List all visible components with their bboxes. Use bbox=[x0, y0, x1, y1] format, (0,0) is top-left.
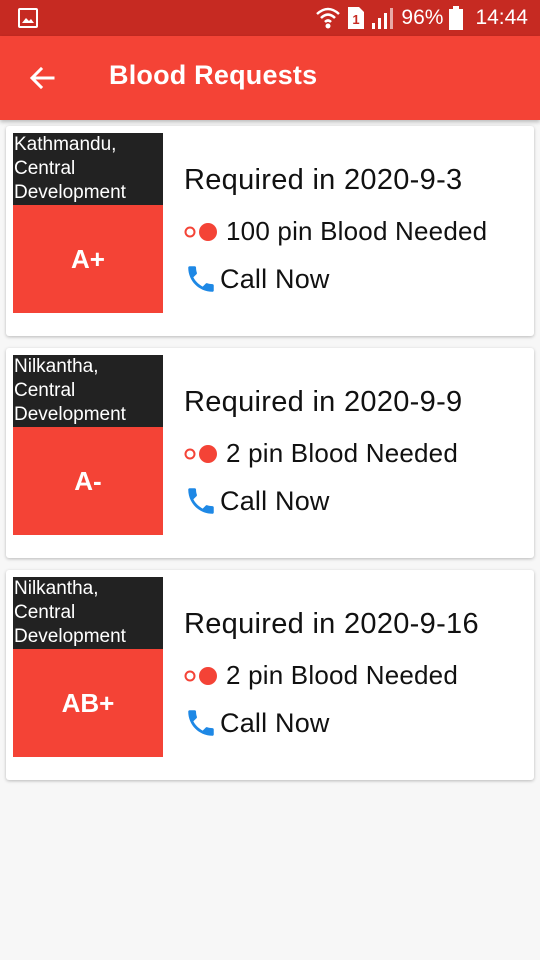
signal-icon bbox=[372, 8, 394, 29]
location-label: Nilkantha, Central Development bbox=[13, 577, 163, 649]
app-bar: Blood Requests bbox=[0, 36, 540, 120]
call-now-button[interactable]: Call Now bbox=[184, 484, 330, 518]
phone-icon bbox=[188, 710, 214, 736]
location-label: Kathmandu, Central Development bbox=[13, 133, 163, 205]
blood-request-card[interactable]: Nilkantha, Central Development AB+ Requi… bbox=[6, 570, 534, 780]
blood-needed: 2 pin Blood Needed bbox=[184, 438, 458, 469]
page-title: Blood Requests bbox=[109, 60, 318, 90]
status-bar: 1 96% 14:44 bbox=[0, 0, 540, 36]
battery-icon bbox=[449, 6, 464, 30]
location-label: Nilkantha, Central Development bbox=[13, 355, 163, 427]
wifi-icon bbox=[316, 7, 341, 29]
call-now-button[interactable]: Call Now bbox=[184, 706, 330, 740]
svg-text:1: 1 bbox=[353, 12, 360, 27]
blood-drop-dots-icon bbox=[184, 444, 217, 463]
blood-drop-dots-icon bbox=[184, 666, 217, 685]
call-now-label: Call Now bbox=[220, 263, 330, 294]
call-now-label: Call Now bbox=[220, 707, 330, 738]
blood-needed-text: 2 pin Blood Needed bbox=[226, 660, 459, 690]
phone-icon bbox=[188, 266, 214, 292]
blood-needed-text: 2 pin Blood Needed bbox=[226, 438, 459, 468]
battery-percent: 96% bbox=[401, 6, 444, 29]
call-now-button[interactable]: Call Now bbox=[184, 262, 330, 296]
blood-drop-dots-icon bbox=[184, 222, 217, 241]
required-date: Required in 2020-9-16 bbox=[184, 608, 479, 640]
arrow-left-icon[interactable] bbox=[26, 62, 58, 94]
required-date: Required in 2020-9-3 bbox=[184, 164, 463, 196]
required-date: Required in 2020-9-9 bbox=[184, 386, 463, 418]
blood-group-badge: A- bbox=[13, 427, 163, 535]
gallery-icon bbox=[18, 8, 38, 28]
blood-needed-text: 100 pin Blood Needed bbox=[226, 216, 488, 246]
blood-request-card[interactable]: Kathmandu, Central Development A+ Requir… bbox=[6, 126, 534, 336]
blood-group-badge: AB+ bbox=[13, 649, 163, 757]
blood-request-list: Kathmandu, Central Development A+ Requir… bbox=[6, 126, 534, 792]
clock: 14:44 bbox=[475, 6, 528, 29]
blood-needed: 2 pin Blood Needed bbox=[184, 660, 458, 691]
blood-needed: 100 pin Blood Needed bbox=[184, 216, 487, 247]
sim-1-icon: 1 bbox=[348, 7, 365, 29]
blood-request-card[interactable]: Nilkantha, Central Development A- Requir… bbox=[6, 348, 534, 558]
phone-icon bbox=[188, 488, 214, 514]
call-now-label: Call Now bbox=[220, 485, 330, 516]
blood-group-badge: A+ bbox=[13, 205, 163, 313]
